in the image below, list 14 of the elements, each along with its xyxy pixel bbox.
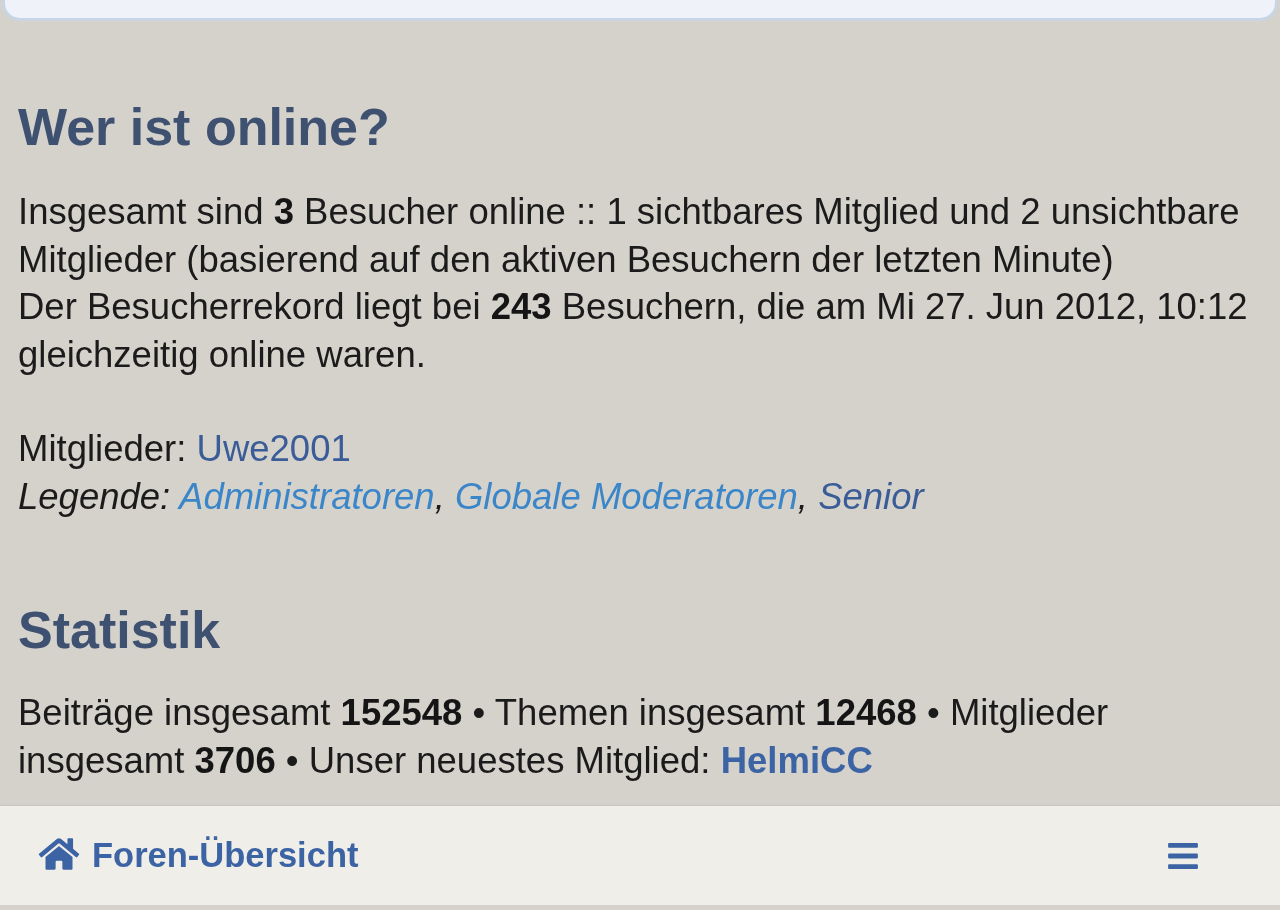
section-heading: Wer ist online? [18, 97, 391, 157]
group-legend: Legende: Administratoren, Globale Moderatoren, Senior [18, 472, 1264, 520]
members-online: Mitglieder: Uwe2001 [18, 427, 352, 471]
statistics-text: Beiträge insgesamt 152548 • Themen insgesamt 12468 • Mitglieder insgesamt 3706 • Unser neuestes Mitglied: HelmiCC [18, 691, 1110, 783]
forum-index-link[interactable]: Foren-Übersicht [38, 836, 359, 875]
online-summary: Insgesamt sind 3 Besucher online :: 1 sichtbares Mitglied und 2 unsichtbare Mitglieder (basierend auf den aktiven Besuchern der letzten Minute) [18, 190, 1241, 282]
newest-member-link[interactable]: HelmiCC [720, 739, 873, 781]
section-heading: Statistik [18, 600, 222, 660]
member-link[interactable]: Uwe2001 [196, 428, 351, 469]
group-link[interactable]: Globale Moderatoren [454, 475, 798, 517]
group-link[interactable]: Administratoren [179, 475, 435, 517]
visitor-record: Der Besucherrekord liegt bei 243 Besuchern, die am Mi 27. Jun 2012, 10:12 gleichzeitig online waren. [18, 285, 1249, 377]
home-icon [38, 835, 80, 872]
group-link[interactable]: Senior [818, 475, 924, 517]
